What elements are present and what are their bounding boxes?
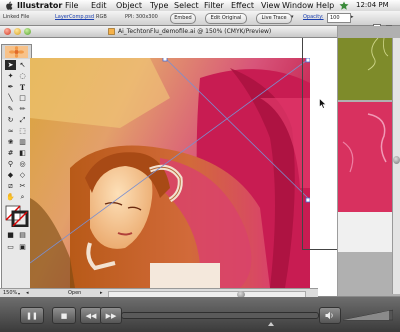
mouse-pointer-icon <box>319 98 327 109</box>
illustrator-flower-logo <box>5 46 28 58</box>
gradient-mode-icon[interactable]: ▤ <box>17 230 28 240</box>
linked-file-label: Linked File <box>3 14 30 20</box>
blend-tool-icon[interactable]: ◎ <box>17 159 28 169</box>
live-trace-button[interactable]: Live Trace <box>256 13 292 24</box>
scale-tool-icon[interactable]: ⤢ <box>17 115 28 125</box>
photo-illustration <box>30 58 310 288</box>
zoom-window-button[interactable] <box>24 28 31 35</box>
vertical-scrollbar[interactable] <box>392 38 400 294</box>
color-mode-icon[interactable]: ■ <box>5 230 16 240</box>
pencil-tool-icon[interactable]: ✏ <box>17 104 28 114</box>
video-player-controls: ❚❚ ■ ◀◀ ▶▶ <box>0 297 400 332</box>
fast-forward-button[interactable]: ▶▶ <box>100 307 122 324</box>
document-file-icon <box>108 28 115 35</box>
live-paint-selection-tool-icon[interactable]: ◇ <box>17 170 28 180</box>
menu-select[interactable]: Select <box>174 0 199 11</box>
menu-file[interactable]: File <box>65 0 78 11</box>
warp-tool-icon[interactable]: ≈ <box>5 126 16 136</box>
edit-original-button[interactable]: Edit Original <box>205 13 247 24</box>
pause-button[interactable]: ❚❚ <box>20 307 44 324</box>
artboard-bottom-edge <box>302 249 337 250</box>
green-panel-curves <box>367 37 389 71</box>
control-bar: Linked File LayerComp.psd RGB PPI: 300x3… <box>0 11 400 33</box>
mesh-tool-icon[interactable]: # <box>5 148 16 158</box>
close-window-button[interactable] <box>4 28 11 35</box>
line-segment-tool-icon[interactable]: ╲ <box>5 93 16 103</box>
right-panels <box>338 26 400 296</box>
script-status-icon[interactable] <box>339 1 349 10</box>
menu-filter[interactable]: Filter <box>204 0 224 11</box>
seek-bar[interactable] <box>121 312 319 319</box>
color-mode-label: RGB <box>96 14 107 20</box>
menu-effect[interactable]: Effect <box>231 0 254 11</box>
apple-icon[interactable] <box>5 1 13 10</box>
magic-wand-tool-icon[interactable]: ✦ <box>5 71 16 81</box>
menu-clock: 12:04 PM <box>356 1 389 9</box>
slice-tool-icon[interactable]: ⧄ <box>5 181 16 191</box>
tools-panel: ➤ ↖ ✦ ◌ ✒ T ╲ □ ✎ ✏ ↻ ⤢ ≈ ⬚ ❀ ▥ # ◧ ⚲ ◎ … <box>1 44 32 290</box>
type-tool-icon[interactable]: T <box>17 82 28 92</box>
document-titlebar[interactable]: Ai_TechtonFlu_demofile.ai @ 150% (CMYK/P… <box>0 26 337 38</box>
pen-tool-icon[interactable]: ✒ <box>5 82 16 92</box>
placed-photo-artwork[interactable] <box>30 58 310 288</box>
full-screen-mode-icon[interactable]: ▣ <box>17 242 28 252</box>
eyedropper-tool-icon[interactable]: ⚲ <box>5 159 16 169</box>
swatch-panel-pink <box>338 102 392 212</box>
symbol-sprayer-tool-icon[interactable]: ❀ <box>5 137 16 147</box>
document-title: Ai_TechtonFlu_demofile.ai @ 150% (CMYK/P… <box>118 28 272 35</box>
opacity-menu-arrow[interactable]: ▸ <box>351 14 354 21</box>
rotate-tool-icon[interactable]: ↻ <box>5 115 16 125</box>
linked-file-link[interactable]: LayerComp.psd <box>55 14 94 21</box>
zoom-tool-icon[interactable]: ⌕ <box>17 192 28 202</box>
menu-help[interactable]: Help <box>316 0 334 11</box>
vertical-scroll-thumb[interactable] <box>393 156 400 164</box>
rewind-button[interactable]: ◀◀ <box>80 307 102 324</box>
swatch-panel-green <box>338 37 392 100</box>
artboard-edge-line <box>302 38 303 250</box>
tools-panel-header[interactable] <box>2 45 31 59</box>
direct-selection-tool-icon[interactable]: ↖ <box>17 60 28 70</box>
menu-edit[interactable]: Edit <box>91 0 107 11</box>
menu-window[interactable]: Window <box>282 0 314 11</box>
stop-button[interactable]: ■ <box>52 307 76 324</box>
free-transform-tool-icon[interactable]: ⬚ <box>17 126 28 136</box>
menu-type[interactable]: Type <box>150 0 168 11</box>
column-graph-tool-icon[interactable]: ▥ <box>17 137 28 147</box>
scissors-tool-icon[interactable]: ✂ <box>17 181 28 191</box>
gradient-tool-icon[interactable]: ◧ <box>17 148 28 158</box>
menu-app-name[interactable]: Illustrator <box>17 0 62 11</box>
menu-object[interactable]: Object <box>116 0 142 11</box>
selection-tool-icon[interactable]: ➤ <box>5 60 16 70</box>
standard-screen-mode-icon[interactable]: ▭ <box>5 242 16 252</box>
panel-blank-area <box>338 212 392 252</box>
paintbrush-tool-icon[interactable]: ✎ <box>5 104 16 114</box>
minimize-window-button[interactable] <box>14 28 21 35</box>
playhead-marker[interactable] <box>268 322 274 326</box>
live-trace-menu-arrow[interactable]: ▾ <box>291 14 294 21</box>
lasso-tool-icon[interactable]: ◌ <box>17 71 28 81</box>
volume-button[interactable] <box>319 307 341 324</box>
pink-panel-curves <box>342 113 387 173</box>
volume-slider[interactable] <box>343 309 393 321</box>
live-paint-bucket-tool-icon[interactable]: ◆ <box>5 170 16 180</box>
embed-button[interactable]: Embed <box>170 13 196 24</box>
fill-stroke-swatch[interactable] <box>5 205 29 227</box>
ppi-label: PPI: 300x300 <box>125 14 158 20</box>
speaker-icon <box>325 311 333 320</box>
menu-view[interactable]: View <box>261 0 280 11</box>
hand-tool-icon[interactable]: ✋ <box>5 192 16 202</box>
opacity-field[interactable]: 100 <box>327 13 351 23</box>
opacity-label[interactable]: Opacity: <box>303 14 324 21</box>
rectangle-tool-icon[interactable]: □ <box>17 93 28 103</box>
